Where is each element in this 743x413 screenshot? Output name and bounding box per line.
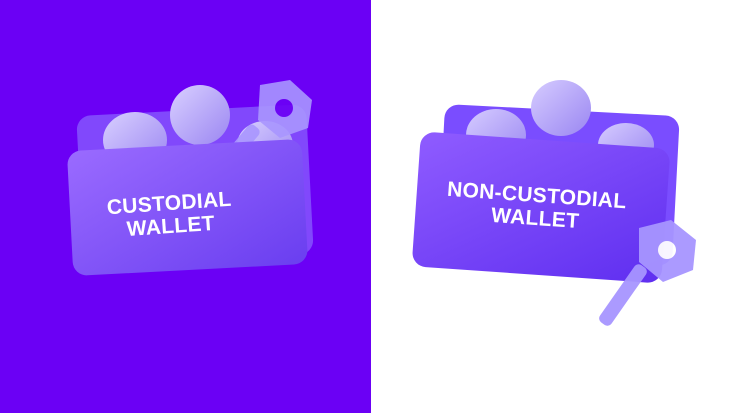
non-custodial-panel: NON-CUSTODIAL WALLET — [371, 0, 743, 413]
custodial-panel: CUSTODIAL WALLET — [0, 0, 371, 413]
custodial-wallet-label: CUSTODIAL WALLET — [99, 187, 242, 243]
